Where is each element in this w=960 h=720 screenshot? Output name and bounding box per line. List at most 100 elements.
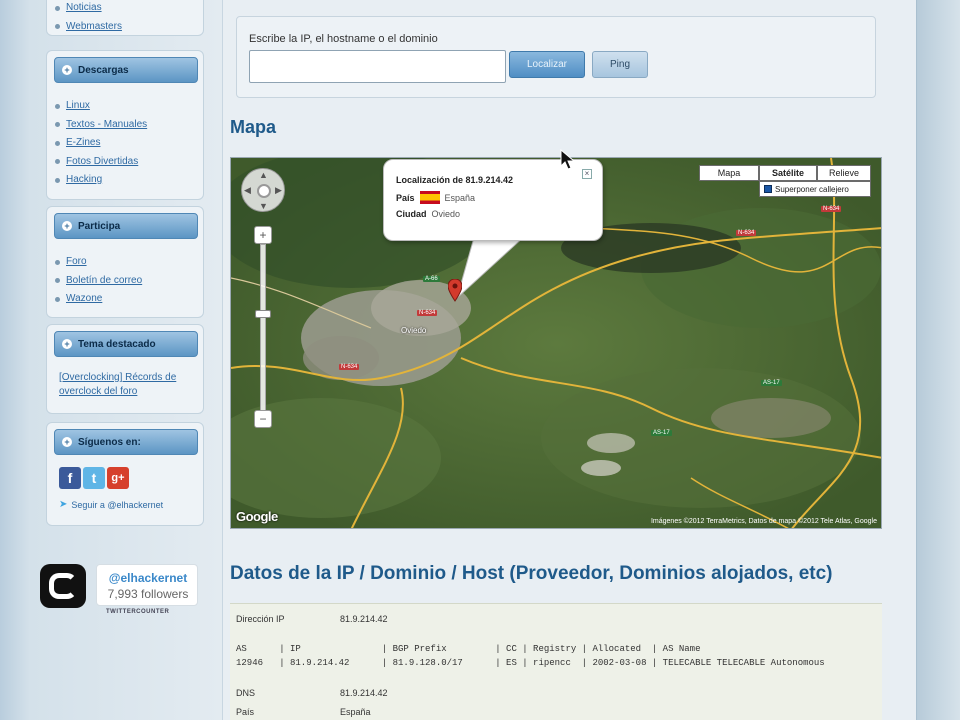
- popup-city-label: Ciudad: [396, 209, 427, 219]
- counter-brand: TWITTERCOUNTER: [106, 609, 170, 615]
- localizar-button[interactable]: Localizar: [509, 51, 585, 78]
- dns-row: DNS 81.9.214.42: [236, 688, 388, 698]
- ip-address-row: Dirección IP 81.9.214.42: [236, 614, 388, 624]
- sidebar: Noticias Webmasters + Descargas Linux Tex…: [32, 0, 220, 720]
- sidebar-item-fotos[interactable]: Fotos Divertidas: [55, 153, 147, 172]
- featured-topic-link[interactable]: [Overclocking] Récords de overclock del …: [59, 371, 197, 399]
- social-icons: f t g+: [59, 467, 129, 489]
- sidebar-item-textos[interactable]: Textos - Manuales: [55, 116, 147, 135]
- elhacker-logo-icon: [40, 564, 86, 608]
- facebook-icon[interactable]: f: [59, 467, 81, 489]
- tema-title: Tema destacado: [78, 338, 156, 350]
- bullet-icon: [55, 122, 60, 128]
- window-edge: [916, 0, 960, 720]
- sidebar-item-boletin[interactable]: Boletín de correo: [55, 272, 142, 291]
- bullet-icon: [55, 103, 60, 109]
- sidebar-item-foro[interactable]: Foro: [55, 253, 142, 272]
- country-row: País España: [236, 707, 371, 717]
- plus-icon: +: [62, 339, 72, 349]
- sidebar-item-label[interactable]: E-Zines: [66, 134, 100, 153]
- ip-address-label: Dirección IP: [236, 614, 285, 624]
- sidebar-item-label[interactable]: Hacking: [66, 171, 102, 190]
- sidebar-item-label[interactable]: Textos - Manuales: [66, 116, 147, 135]
- sidebar-item-webmasters[interactable]: Webmasters: [55, 18, 122, 37]
- siguenos-box: + Síguenos en: f t g+ ➤ Seguir a @elhacke…: [46, 422, 204, 526]
- popup-city-row: Ciudad Oviedo: [396, 209, 460, 219]
- twitter-icon[interactable]: t: [83, 467, 105, 489]
- sidebar-item-label[interactable]: Fotos Divertidas: [66, 153, 138, 172]
- ip-input[interactable]: [249, 50, 506, 83]
- siguenos-title: Síguenos en:: [78, 436, 141, 448]
- bullet-icon: [55, 259, 60, 265]
- ip-address-value: 81.9.214.42: [340, 614, 388, 624]
- map-marker-icon[interactable]: [448, 279, 462, 303]
- top-links: Noticias Webmasters: [55, 0, 122, 36]
- participa-title: Participa: [78, 220, 121, 232]
- whois-value-line: 12946 | 81.9.214.42 | 81.9.128.0/17 | ES…: [236, 658, 825, 668]
- google-logo: Google: [236, 509, 278, 524]
- noticias-box: Noticias Webmasters: [46, 0, 204, 36]
- sidebar-item-linux[interactable]: Linux: [55, 97, 147, 116]
- map-credit: Imágenes ©2012 TerraMetrics, Datos de ma…: [650, 518, 877, 525]
- popup-country-row: País España: [396, 191, 475, 204]
- participa-header[interactable]: + Participa: [54, 213, 198, 239]
- lookup-label: Escribe la IP, el hostname o el dominio: [249, 33, 438, 45]
- plus-icon: +: [62, 221, 72, 231]
- sidebar-item-label[interactable]: Noticias: [66, 0, 102, 18]
- popup-city-value: Oviedo: [431, 209, 461, 219]
- bullet-icon: [55, 140, 60, 146]
- twitter-counter[interactable]: @elhackernet 7,993 followers TWITTERCOUN…: [40, 560, 210, 620]
- mouse-cursor-icon: [560, 149, 576, 170]
- counter-followers: 7,993 followers: [107, 587, 189, 601]
- map[interactable]: Mapa Satélite Relieve Superponer calleje…: [230, 157, 882, 529]
- spain-flag-icon: [419, 191, 440, 204]
- popup-location: Localización de 81.9.214.42: [396, 175, 514, 185]
- tema-header[interactable]: + Tema destacado: [54, 331, 198, 357]
- country-value: España: [340, 707, 371, 717]
- whois-header-line: AS | IP | BGP Prefix | CC | Registry | A…: [236, 644, 701, 654]
- participa-list: Foro Boletín de correo Wazone: [55, 253, 142, 309]
- ip-data-box: Dirección IP 81.9.214.42 AS | IP | BGP P…: [230, 603, 882, 720]
- map-section-title: Mapa: [230, 117, 277, 137]
- descargas-box: + Descargas Linux Textos - Manuales E-Zin…: [46, 50, 204, 200]
- dns-value: 81.9.214.42: [340, 688, 388, 698]
- sidebar-item-hacking[interactable]: Hacking: [55, 171, 147, 190]
- bullet-icon: [55, 278, 60, 284]
- plus-icon: +: [62, 65, 72, 75]
- dns-label: DNS: [236, 688, 256, 698]
- datos-section-title: Datos de la IP / Dominio / Host (Proveed…: [230, 563, 833, 584]
- popup-country-value: España: [444, 192, 476, 203]
- follow-label: Seguir a @elhackernet: [71, 499, 164, 510]
- descargas-list: Linux Textos - Manuales E-Zines Fotos Di…: [55, 97, 147, 190]
- sidebar-item-label[interactable]: Webmasters: [66, 18, 122, 37]
- plus-icon: +: [62, 437, 72, 447]
- twitter-bird-icon: ➤: [59, 499, 68, 510]
- counter-bubble: @elhackernet 7,993 followers: [96, 564, 198, 606]
- lookup-form: Escribe la IP, el hostname o el dominio …: [236, 16, 876, 98]
- popup-country-label: País: [396, 192, 415, 203]
- sidebar-item-label[interactable]: Linux: [66, 97, 90, 116]
- bullet-icon: [55, 159, 60, 165]
- bullet-icon: [55, 177, 60, 183]
- sidebar-item-wazone[interactable]: Wazone: [55, 290, 142, 309]
- bullet-icon: [55, 24, 60, 30]
- descargas-title: Descargas: [78, 64, 129, 76]
- tema-box: + Tema destacado [Overclocking] Récords d…: [46, 324, 204, 414]
- bullet-icon: [55, 296, 60, 302]
- location-popup: Localización de 81.9.214.42 País España …: [383, 159, 603, 241]
- bullet-icon: [55, 5, 60, 11]
- sidebar-item-label[interactable]: Wazone: [66, 290, 102, 309]
- participa-box: + Participa Foro Boletín de correo Wazone: [46, 206, 204, 318]
- follow-button[interactable]: ➤ Seguir a @elhackernet: [59, 499, 163, 510]
- close-icon[interactable]: ×: [582, 169, 592, 179]
- country-label: País: [236, 707, 255, 717]
- sidebar-item-noticias[interactable]: Noticias: [55, 0, 122, 18]
- ping-button[interactable]: Ping: [592, 51, 648, 78]
- google-plus-icon[interactable]: g+: [107, 467, 129, 489]
- counter-handle: @elhackernet: [108, 571, 188, 585]
- descargas-header[interactable]: + Descargas: [54, 57, 198, 83]
- sidebar-item-label[interactable]: Boletín de correo: [66, 272, 142, 291]
- siguenos-header[interactable]: + Síguenos en:: [54, 429, 198, 455]
- sidebar-item-label[interactable]: Foro: [66, 253, 87, 272]
- sidebar-item-ezines[interactable]: E-Zines: [55, 134, 147, 153]
